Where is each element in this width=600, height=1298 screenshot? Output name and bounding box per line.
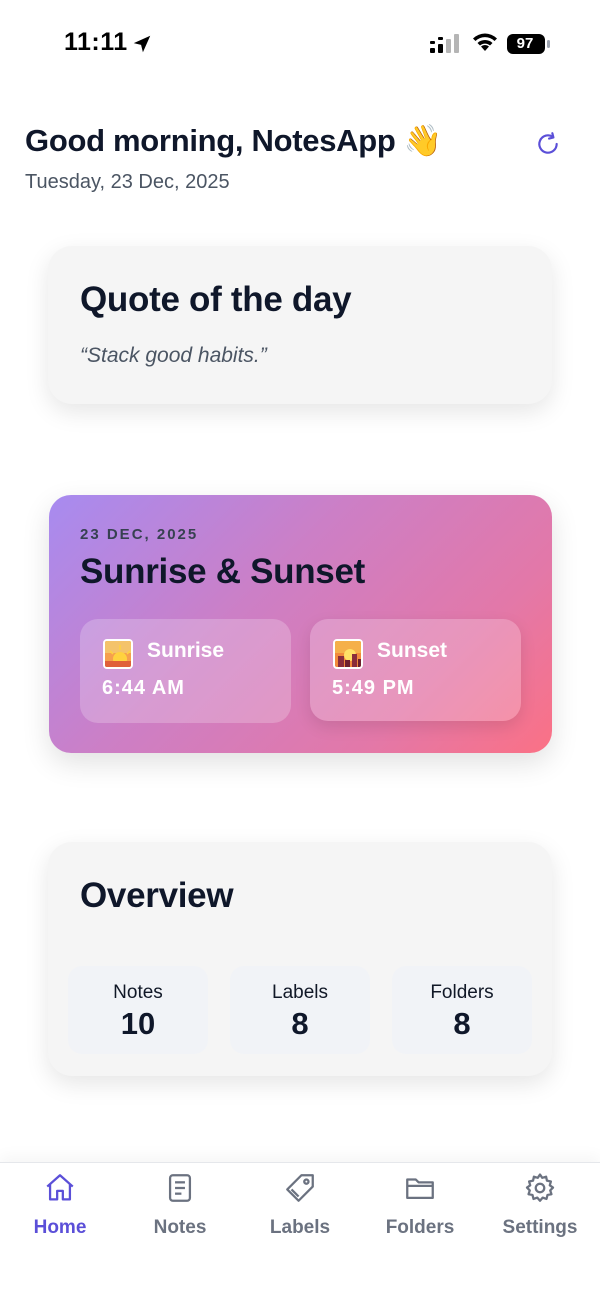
- sunrise-icon: [103, 639, 133, 669]
- gear-icon: [525, 1173, 555, 1202]
- home-icon: [46, 1174, 74, 1201]
- sun-card-date: 23 DEC, 2025: [80, 526, 199, 543]
- status-bar: 11:11 97: [0, 0, 600, 90]
- tab-label: Labels: [269, 1217, 331, 1238]
- tab-labels[interactable]: Labels: [240, 1171, 360, 1251]
- quote-text: “Stack good habits.”: [80, 344, 267, 367]
- stat-notes[interactable]: Notes 10: [68, 966, 208, 1054]
- current-date: Tuesday, 23 Dec, 2025: [25, 171, 230, 193]
- bottom-tab-bar: Home Notes Labels Folders Settings: [0, 1162, 600, 1298]
- sunset-box: Sunset 5:49 PM: [310, 619, 521, 721]
- quote-card: Quote of the day “Stack good habits.”: [48, 246, 552, 404]
- folder-icon: [406, 1178, 434, 1200]
- greeting-title: Good morning, NotesApp 👋: [25, 123, 443, 158]
- tab-settings[interactable]: Settings: [480, 1171, 600, 1251]
- wifi-icon: [473, 33, 497, 51]
- stat-value: 8: [291, 1006, 309, 1041]
- notes-icon: [168, 1174, 192, 1202]
- stat-labels[interactable]: Labels 8: [230, 966, 370, 1054]
- cellular-signal-icon: [430, 34, 459, 53]
- tab-folders[interactable]: Folders: [360, 1171, 480, 1251]
- sunrise-sunset-card: 23 DEC, 2025 Sunrise & Sunset Sunrise 6:…: [49, 495, 552, 753]
- sunrise-box: Sunrise 6:44 AM: [80, 619, 291, 723]
- sunrise-time: 6:44 AM: [102, 677, 185, 699]
- stat-value: 8: [453, 1006, 471, 1041]
- tab-notes[interactable]: Notes: [120, 1171, 240, 1251]
- stat-label: Labels: [272, 982, 328, 1003]
- location-arrow-icon: [133, 35, 151, 53]
- refresh-icon: [538, 132, 558, 154]
- stat-label: Folders: [430, 982, 494, 1003]
- tab-label: Folders: [385, 1217, 455, 1238]
- sunrise-label: Sunrise: [147, 639, 225, 662]
- tab-label: Settings: [502, 1217, 578, 1238]
- sun-card-title: Sunrise & Sunset: [80, 552, 365, 591]
- tab-label: Home: [33, 1217, 87, 1238]
- stat-value: 10: [120, 1006, 156, 1041]
- overview-card: Overview Notes 10 Labels 8 Folders 8: [48, 842, 552, 1076]
- battery-level: 97: [516, 35, 534, 52]
- tag-icon: [286, 1174, 314, 1202]
- quote-card-title: Quote of the day: [80, 280, 352, 319]
- stat-label: Notes: [113, 982, 163, 1003]
- overview-title: Overview: [80, 876, 234, 915]
- refresh-button[interactable]: [530, 126, 566, 162]
- sunset-label: Sunset: [377, 639, 448, 662]
- tab-home[interactable]: Home: [0, 1171, 120, 1251]
- status-time: 11:11: [64, 28, 128, 56]
- sunset-icon: [333, 639, 363, 669]
- sunset-time: 5:49 PM: [332, 677, 415, 699]
- stat-folders[interactable]: Folders 8: [392, 966, 532, 1054]
- tab-label: Notes: [153, 1217, 207, 1238]
